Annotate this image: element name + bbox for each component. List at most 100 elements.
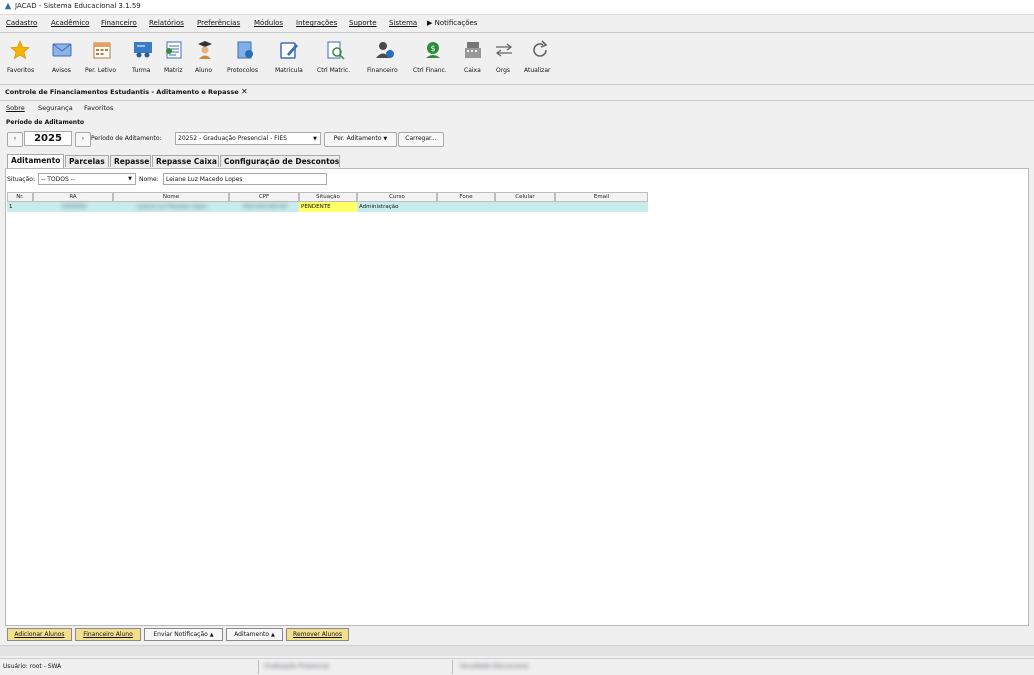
toolbar-per-letivo-button[interactable]: Per. Letivo	[84, 34, 118, 80]
column-header-curso[interactable]: Curso	[357, 192, 437, 202]
cell-celular	[495, 202, 555, 212]
toolbar-atualizar-button[interactable]: Atualizar	[523, 34, 557, 80]
remover-alunos-button[interactable]: Remover Alunos	[286, 628, 349, 641]
column-header-cpf[interactable]: CPF	[229, 192, 299, 202]
aditamento-button[interactable]: Aditamento ▲	[226, 628, 283, 641]
year-prev-button[interactable]: ‹	[7, 132, 23, 147]
refresh-icon	[533, 40, 548, 57]
menu-relatorios[interactable]: Relatórios	[149, 19, 184, 27]
cell-email	[555, 202, 648, 212]
notification-arrow-icon: ▶	[427, 19, 435, 27]
cell-situacao-status: PENDENTE	[299, 202, 357, 212]
toolbar-avisos-button[interactable]: Avisos	[49, 34, 77, 80]
column-header-nome[interactable]: Nome	[113, 192, 229, 202]
envelope-icon	[52, 43, 72, 57]
window-title: JACAD - Sistema Educacional 3.1.59	[15, 2, 141, 10]
swap-arrows-icon	[495, 43, 513, 57]
submenu-favoritos[interactable]: Favoritos	[84, 104, 113, 112]
enrollment-icon	[280, 42, 298, 59]
chevron-down-icon: ▼	[128, 176, 132, 182]
cell-nome: Leiane Luz Macedo Lopes	[136, 204, 208, 210]
year-next-button[interactable]: ›	[75, 132, 91, 147]
toolbar-divider	[0, 84, 1034, 85]
alunos-grid: Nr. RA Nome CPF Situação Curso Fone Celu…	[7, 192, 648, 214]
column-header-celular[interactable]: Celular	[495, 192, 555, 202]
document-tab[interactable]: Controle de Financiamentos Estudantis - …	[5, 86, 255, 100]
status-bar: Usuário: root - SWA Graduação Presencial…	[0, 658, 1034, 675]
close-tab-icon[interactable]: ✕	[241, 87, 248, 96]
column-header-nr[interactable]: Nr.	[7, 192, 33, 202]
menu-academico[interactable]: Acadêmico	[51, 19, 89, 27]
year-field[interactable]: 2025	[24, 131, 72, 146]
toolbar-matricula-button[interactable]: Matricula	[273, 34, 305, 80]
toolbar: Favoritos Avisos Per. Letivo Turma Matri…	[0, 34, 1034, 84]
situacao-select[interactable]: -- TODOS -- ▼	[38, 173, 136, 185]
menu-divider	[0, 32, 1034, 33]
tab-configuracao-descontos[interactable]: Configuração de Descontos	[220, 155, 340, 167]
per-aditamento-button[interactable]: Per. Aditamento ▼	[324, 132, 397, 147]
chevron-down-icon: ▼	[383, 136, 388, 142]
toolbar-orgs-button[interactable]: Orgs	[493, 34, 515, 80]
document-search-icon	[327, 41, 345, 60]
svg-text:$: $	[430, 44, 435, 53]
toolbar-turma-button[interactable]: Turma	[130, 34, 156, 80]
toolbar-ctrl-financ-button[interactable]: $ Ctrl Financ.	[412, 34, 454, 80]
tab-divider	[0, 100, 1034, 101]
tab-repasse[interactable]: Repasse	[110, 155, 151, 167]
periodo-aditamento-select[interactable]: 20252 - Graduação Presencial - FIES ▼	[175, 132, 321, 145]
menu-sistema[interactable]: Sistema	[389, 19, 417, 27]
toolbar-ctrl-matric-button[interactable]: Ctrl Matric.	[316, 34, 354, 80]
column-header-situacao[interactable]: Situação	[299, 192, 357, 202]
status-user: Usuário: root - SWA	[3, 663, 62, 670]
tab-parcelas[interactable]: Parcelas	[65, 155, 109, 167]
status-institution: Faculdade Educacional	[460, 663, 529, 670]
situacao-label: Situação:	[7, 176, 35, 183]
menu-suporte[interactable]: Suporte	[349, 19, 377, 27]
student-icon	[198, 41, 212, 59]
periodo-aditamento-label: Período de Aditamento:	[91, 135, 162, 142]
caret-up-icon: ▲	[270, 632, 275, 638]
toolbar-protocolos-button[interactable]: Protocolos	[226, 34, 264, 80]
nome-input[interactable]: Leiane Luz Macedo Lopes	[163, 173, 327, 185]
menu-integracoes[interactable]: Integrações	[296, 19, 337, 27]
column-header-ra[interactable]: RA	[33, 192, 113, 202]
chevron-down-icon: ▼	[313, 136, 317, 142]
column-header-fone[interactable]: Fone	[437, 192, 495, 202]
cell-nr: 1	[9, 204, 13, 210]
nome-label: Nome:	[139, 176, 159, 183]
financeiro-aluno-button[interactable]: Financeiro Aluno	[75, 628, 141, 641]
toolbar-aluno-button[interactable]: Aluno	[193, 34, 217, 80]
money-bag-icon: $	[426, 42, 440, 58]
toolbar-financeiro-button[interactable]: Financeiro	[365, 34, 405, 80]
tab-aditamento[interactable]: Aditamento	[7, 154, 64, 168]
cell-ra: 0000000	[61, 204, 87, 210]
cell-fone	[437, 202, 495, 212]
tab-repasse-caixa[interactable]: Repasse Caixa	[152, 155, 219, 167]
menu-notificacoes[interactable]: ▶ Notificações	[427, 19, 477, 27]
carregar-button[interactable]: Carregar...	[398, 132, 444, 147]
toolbar-matriz-button[interactable]: Matriz	[162, 34, 186, 80]
app-logo-icon	[4, 2, 12, 10]
submenu-seguranca[interactable]: Segurança	[38, 104, 73, 112]
status-divider	[452, 660, 453, 674]
submenu-sobre[interactable]: Sobre	[6, 104, 25, 112]
toolbar-favoritos-button[interactable]: Favoritos	[5, 34, 34, 80]
menu-bar: Cadastro Acadêmico Financeiro Relatórios…	[0, 17, 1034, 31]
menu-preferencias[interactable]: Preferências	[197, 19, 240, 27]
adicionar-alunos-button[interactable]: Adicionar Alunos	[7, 628, 72, 641]
cell-curso: Administração	[359, 204, 399, 210]
column-header-email[interactable]: Email	[555, 192, 648, 202]
toolbar-caixa-button[interactable]: Caixa	[462, 34, 484, 80]
finance-user-icon	[376, 42, 394, 58]
menu-cadastro[interactable]: Cadastro	[6, 19, 37, 27]
menu-financeiro[interactable]: Financeiro	[101, 19, 137, 27]
document-tab-title: Controle de Financiamentos Estudantis - …	[5, 88, 239, 96]
aditamento-panel	[5, 168, 1029, 626]
protocol-icon	[237, 41, 253, 59]
period-section-label: Período de Aditamento	[6, 119, 85, 126]
menu-modulos[interactable]: Módulos	[254, 19, 283, 27]
cell-cpf: 000.000.000-00	[243, 204, 287, 210]
enviar-notificacao-button[interactable]: Enviar Notificação ▲	[144, 628, 223, 641]
horizontal-scrollbar[interactable]	[0, 645, 1034, 656]
caret-up-icon: ▲	[209, 632, 214, 638]
